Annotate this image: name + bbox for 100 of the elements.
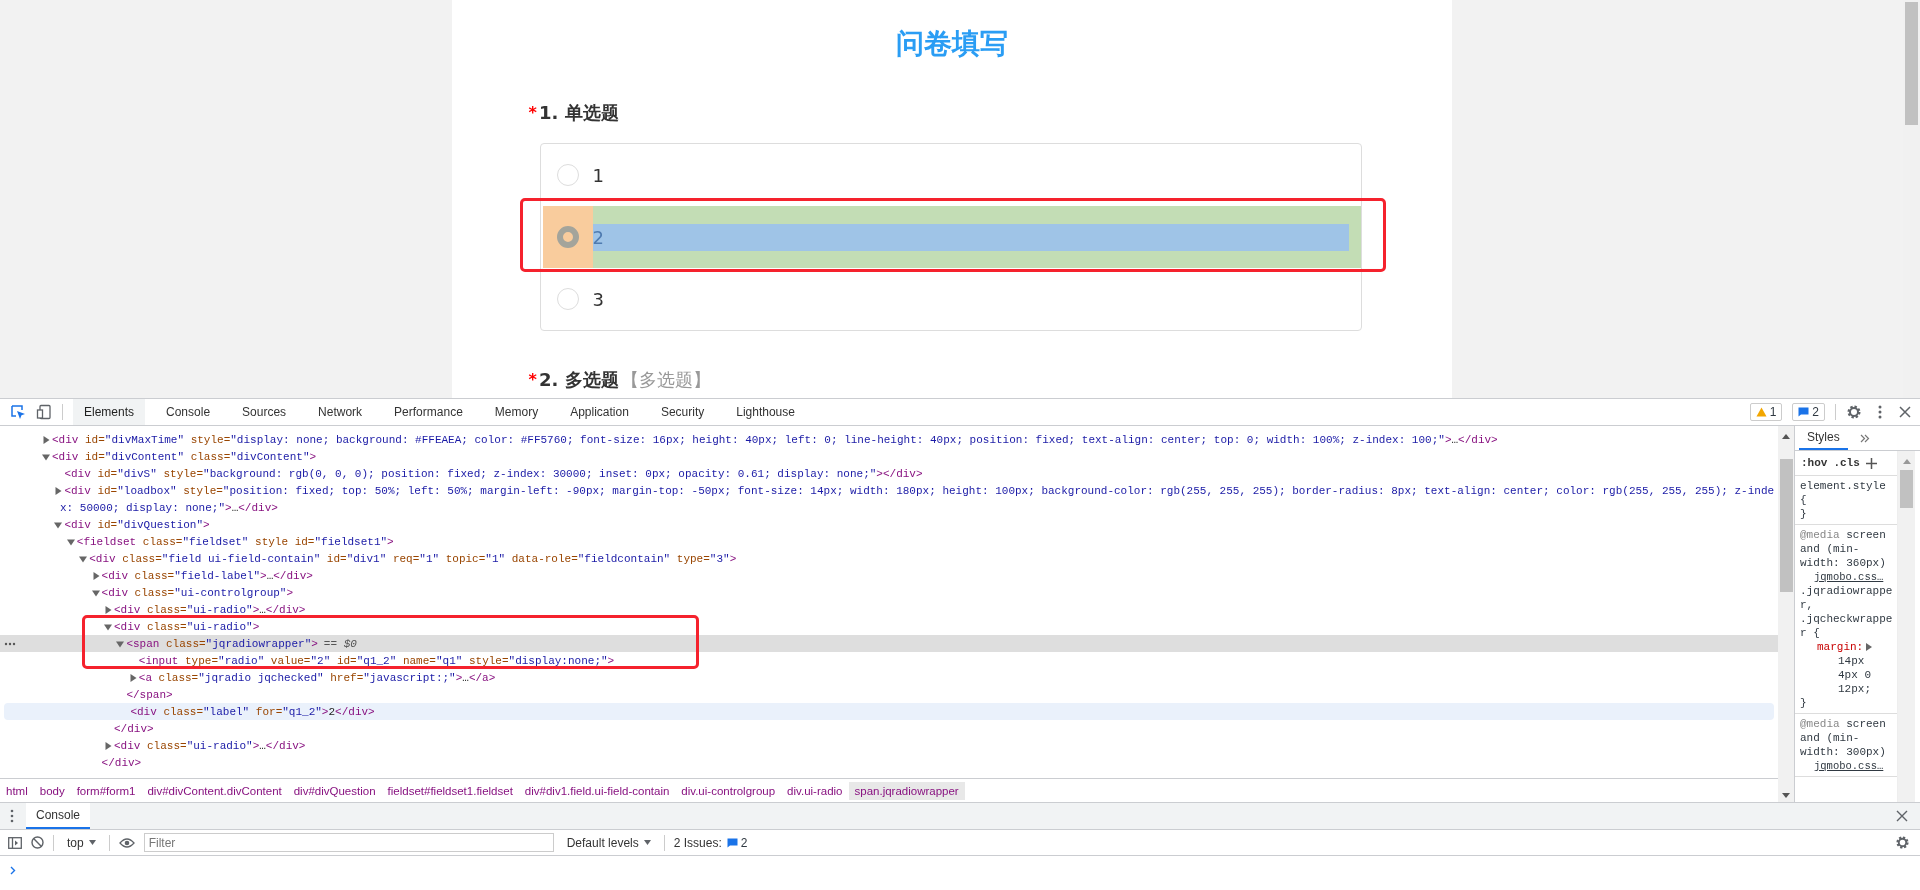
option-row[interactable]: 1 bbox=[540, 144, 1361, 206]
expand-triangle-icon[interactable] bbox=[42, 435, 50, 444]
code-line: <div id="divS" style="background: rgb(0, 0, 0); position: fixed; z-index: 30000; inset: 0px; opacity: 0.61; display: none;"></div> bbox=[64, 467, 923, 480]
sidebar-toggle-icon[interactable] bbox=[8, 836, 22, 849]
radio-button[interactable] bbox=[556, 226, 579, 248]
close-icon[interactable] bbox=[1898, 405, 1912, 419]
expand-triangle-icon[interactable] bbox=[104, 622, 112, 631]
dom-tree-row[interactable]: <div id="divS" style="background: rgb(0, 0, 0); position: fixed; z-index: 30000; inset: 0px; opacity: 0.61; display: none;"></div> bbox=[0, 465, 1778, 482]
elements-scrollbar[interactable] bbox=[1778, 426, 1795, 802]
dom-tree-row[interactable]: <fieldset class="fieldset" style id="fieldset1"> bbox=[0, 533, 1778, 550]
expand-triangle-icon[interactable] bbox=[66, 537, 75, 546]
breadcrumb-item[interactable]: span.jqradiowrapper bbox=[848, 781, 965, 800]
settings-icon[interactable] bbox=[1846, 404, 1862, 420]
caret-icon bbox=[643, 840, 651, 845]
media-query: @media screen and (min-width: 360px) bbox=[1800, 528, 1887, 570]
code-line: <div class="ui-radio"> bbox=[114, 620, 260, 633]
expand-triangle-icon[interactable] bbox=[54, 486, 63, 495]
stylesheet-link[interactable]: jqmobo.css… bbox=[1814, 760, 1884, 772]
console-tab[interactable]: Console bbox=[26, 803, 91, 829]
dom-tree-row[interactable]: </span> bbox=[0, 686, 1778, 703]
devtools-tab[interactable]: Application bbox=[559, 399, 640, 425]
dom-tree-row[interactable]: <div class="field ui-field-contain" id="div1" req="1" topic="1" data-role="fieldcontain" type="3"> bbox=[0, 550, 1778, 567]
dom-tree-row[interactable]: <span class="jqradiowrapper"> == $0 bbox=[0, 635, 1778, 652]
css-property: margin: bbox=[1817, 640, 1864, 654]
dom-tree-row[interactable]: <div class="label" for="q1_2">2</div> bbox=[4, 703, 1774, 720]
issues-badge[interactable]: 2 bbox=[726, 835, 748, 850]
breadcrumb-item[interactable]: div.ui-radio bbox=[781, 781, 849, 800]
dom-tree-row[interactable]: <a class="jqradio jqchecked" href="javascript:;">…</a> bbox=[0, 669, 1778, 686]
devtools-tab[interactable]: Network bbox=[307, 399, 374, 425]
expand-triangle-icon[interactable] bbox=[128, 673, 137, 682]
expand-triangle-icon[interactable] bbox=[54, 520, 63, 529]
code-line: <div id="divMaxTime" style="display: none; background: #FFEAEA; color: #FF5760; font-size: 16px; height: 40px; left: 0; line-height: 40px; position: fixed; text-align: center; top: 0; width: 100%; z-index: 100;">…</div> bbox=[52, 433, 1498, 446]
inspect-icon[interactable] bbox=[10, 404, 26, 420]
dom-tree-row[interactable]: <div class="field-label">…</div> bbox=[0, 567, 1778, 584]
devtools-tab[interactable]: Sources bbox=[231, 399, 298, 425]
clear-console-icon[interactable] bbox=[31, 836, 44, 849]
breadcrumb-item[interactable]: div#divQuestion bbox=[287, 781, 382, 800]
messages-badge[interactable]: 2 bbox=[1792, 403, 1825, 421]
code-line: <span class="jqradiowrapper"> bbox=[126, 637, 318, 650]
scroll-up-icon[interactable] bbox=[1782, 434, 1790, 439]
log-levels-dropdown[interactable]: Default levels bbox=[562, 835, 655, 850]
expand-triangle-icon[interactable] bbox=[104, 741, 112, 750]
styles-scrollbar[interactable] bbox=[1897, 451, 1915, 802]
dom-tree-row[interactable]: <div id="divQuestion"> bbox=[0, 516, 1778, 533]
required-mark: * bbox=[528, 102, 537, 124]
code-line: <div id="divQuestion"> bbox=[64, 518, 210, 531]
warnings-badge[interactable]: 1 bbox=[1749, 403, 1783, 421]
css-selector: element.style { bbox=[1800, 479, 1887, 507]
devtools-tab[interactable]: Elements bbox=[73, 399, 146, 425]
eye-icon[interactable] bbox=[118, 837, 135, 848]
devtools-tab[interactable]: Memory bbox=[483, 399, 550, 425]
dom-tree-row[interactable]: </div> bbox=[0, 720, 1778, 737]
dom-tree-row[interactable]: x: 50000; display: none;">…</div> bbox=[0, 499, 1778, 516]
breadcrumb-item[interactable]: div#div1.field.ui-field-contain bbox=[518, 781, 676, 800]
context-dropdown[interactable]: top bbox=[63, 835, 100, 850]
expand-triangle-icon[interactable] bbox=[79, 554, 88, 563]
filter-field[interactable]: Filter bbox=[143, 833, 554, 852]
dom-tree-row[interactable]: <div class="ui-radio">…</div> bbox=[0, 601, 1778, 618]
devtools-tab[interactable]: Console bbox=[155, 399, 222, 425]
prompt-chevron-icon[interactable] bbox=[10, 866, 16, 875]
styles-tab[interactable]: Styles bbox=[1799, 426, 1848, 450]
dom-tree-row[interactable]: <div class="ui-radio"> bbox=[0, 618, 1778, 635]
expand-triangle-icon[interactable] bbox=[1866, 643, 1873, 651]
code-line: </div> bbox=[114, 722, 154, 735]
expand-triangle-icon[interactable] bbox=[42, 452, 50, 461]
scrollbar-thumb[interactable] bbox=[1900, 470, 1913, 508]
scroll-down-icon[interactable] bbox=[1782, 793, 1790, 798]
devtools-tab[interactable]: Performance bbox=[383, 399, 474, 425]
breadcrumb-item[interactable]: div.ui-controlgroup bbox=[675, 781, 782, 800]
add-icon[interactable] bbox=[1865, 457, 1877, 469]
dom-tree-row[interactable]: <div id="divContent" class="divContent"> bbox=[0, 448, 1778, 465]
settings-icon[interactable] bbox=[1895, 835, 1910, 850]
close-icon[interactable] bbox=[1896, 810, 1908, 822]
option-label: 1 bbox=[592, 164, 604, 186]
expand-triangle-icon[interactable] bbox=[91, 588, 100, 597]
option-row[interactable]: 3 bbox=[540, 268, 1361, 330]
dom-tree-row[interactable]: <div class="ui-radio">…</div> bbox=[0, 737, 1778, 754]
expand-triangle-icon[interactable] bbox=[116, 639, 125, 648]
css-brace: } bbox=[1800, 696, 1808, 710]
stylesheet-link[interactable]: jqmobo.css… bbox=[1814, 571, 1884, 583]
dom-tree-row[interactable]: <div class="ui-controlgroup"> bbox=[0, 584, 1778, 601]
breadcrumb-item[interactable]: body bbox=[33, 781, 71, 800]
expand-triangle-icon[interactable] bbox=[91, 571, 100, 580]
devtools-tab[interactable]: Security bbox=[649, 399, 716, 425]
styles-toolbar-button[interactable]: .cls bbox=[1833, 456, 1860, 470]
drawer-menu-icon[interactable] bbox=[10, 809, 14, 823]
breadcrumb-item[interactable]: form#form1 bbox=[70, 781, 142, 800]
breadcrumb-item[interactable]: fieldset#fieldset1.fieldset bbox=[381, 781, 519, 800]
more-tabs-icon[interactable] bbox=[1859, 433, 1870, 443]
dom-tree-row[interactable]: </div> bbox=[0, 754, 1778, 771]
code-line: <div class="field-label">…</div> bbox=[101, 569, 313, 582]
styles-toolbar-button[interactable]: :hov bbox=[1801, 456, 1828, 470]
expand-triangle-icon[interactable] bbox=[104, 605, 112, 614]
more-icon[interactable] bbox=[4, 642, 16, 646]
devtools-tab[interactable]: Lighthouse bbox=[725, 399, 806, 425]
css-selector: .jqradiowrapper, .jqcheckwrapper { bbox=[1800, 584, 1893, 640]
dom-tree-row[interactable]: <input type="radio" value="2" id="q1_2" name="q1" style="display:none;"> bbox=[0, 652, 1778, 669]
breadcrumb-item[interactable]: html bbox=[0, 781, 34, 800]
device-icon[interactable] bbox=[36, 404, 52, 420]
breadcrumb-item[interactable]: div#divContent.divContent bbox=[141, 781, 288, 800]
